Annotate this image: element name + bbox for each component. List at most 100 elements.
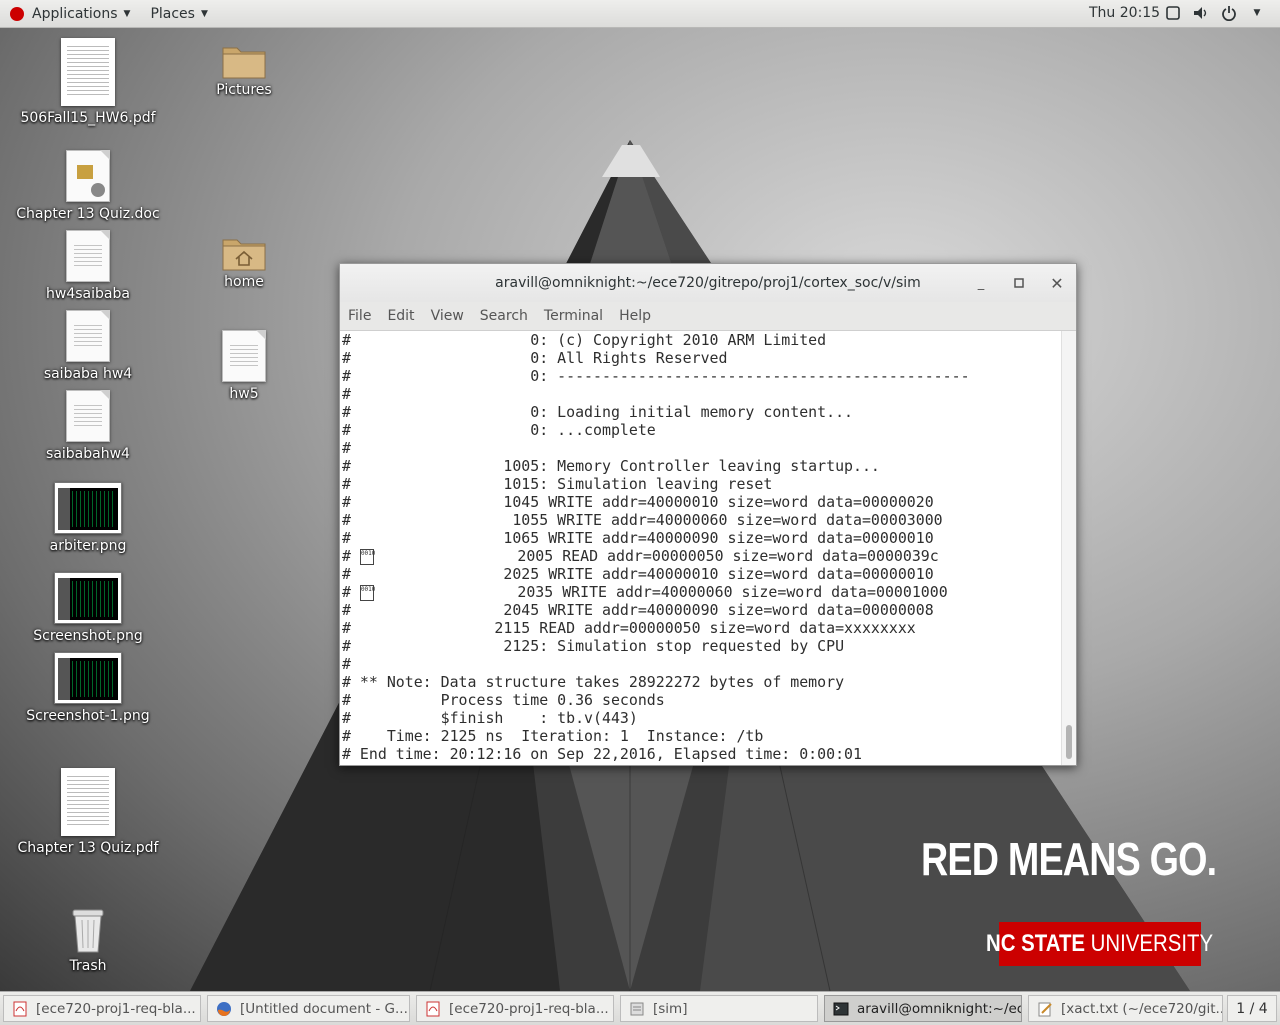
taskbar-item-label: [ece720-proj1-req-bla... <box>36 1000 196 1017</box>
terminal-line: # 1045 WRITE addr=40000010 size=word dat… <box>342 493 934 511</box>
taskbar-item[interactable]: [ece720-proj1-req-bla... <box>416 995 614 1022</box>
terminal-line: # 0010 2035 WRITE addr=40000060 size=wor… <box>342 583 948 601</box>
terminal-line: # 2125: Simulation stop requested by CPU <box>342 637 845 655</box>
chevron-down-icon[interactable]: ▼ <box>1248 4 1266 22</box>
terminal-line: # ** Note: Data structure takes 28922272… <box>342 673 845 691</box>
text-file-icon <box>222 330 266 382</box>
window-title: aravill@omniknight:~/ece720/gitrepo/proj… <box>495 275 921 291</box>
text-file-icon <box>66 310 110 362</box>
text-editor-icon <box>1037 1001 1053 1017</box>
terminal-line: # 0: (c) Copyright 2010 ARM Limited <box>342 331 827 349</box>
desktop-icon-quiz-pdf[interactable]: Chapter 13 Quiz.pdf <box>13 768 163 856</box>
terminal-line: # Process time 0.36 seconds <box>342 691 665 709</box>
terminal-window[interactable]: aravill@omniknight:~/ece720/gitrepo/proj… <box>339 263 1077 766</box>
wallpaper-slogan: RED MEANS GO. <box>921 833 1217 885</box>
terminal-line: # 2045 WRITE addr=40000090 size=word dat… <box>342 601 934 619</box>
taskbar-item-label: aravill@omniknight:~/ec... <box>857 1000 1022 1017</box>
taskbar-item[interactable]: [ece720-proj1-req-bla... <box>3 995 201 1022</box>
desktop-icon-screenshot[interactable]: Screenshot.png <box>13 572 163 644</box>
minimize-button[interactable]: _ <box>970 272 992 294</box>
chevron-down-icon: ▼ <box>123 8 131 19</box>
terminal-line: # 1005: Memory Controller leaving startu… <box>342 457 880 475</box>
terminal-line: # 2115 READ addr=00000050 size=word data… <box>342 619 916 637</box>
trash-icon <box>68 906 108 954</box>
desktop-icon-screenshot-1[interactable]: Screenshot-1.png <box>13 652 163 724</box>
menu-file[interactable]: File <box>348 308 371 324</box>
power-icon[interactable] <box>1220 4 1238 22</box>
image-thumbnail-icon <box>54 572 122 624</box>
folder-icon <box>222 40 266 79</box>
terminal-line: # <box>342 655 351 673</box>
window-list-panel: [ece720-proj1-req-bla... [Untitled docum… <box>0 991 1280 1025</box>
maximize-button[interactable] <box>1008 272 1030 294</box>
taskbar-item[interactable]: [sim] <box>620 995 818 1022</box>
terminal-line: # <box>342 439 351 457</box>
taskbar-item-label: [Untitled document - G... <box>240 1000 408 1017</box>
terminal-menubar: File Edit View Search Terminal Help <box>340 302 1076 331</box>
close-button[interactable]: ✕ <box>1046 272 1068 294</box>
terminal-line: # 1065 WRITE addr=40000090 size=word dat… <box>342 529 934 547</box>
desktop-icon-label: saibabahw4 <box>46 446 130 462</box>
desktop-icon-label: Screenshot.png <box>33 628 143 644</box>
terminal-line: # 2025 WRITE addr=40000010 size=word dat… <box>342 565 934 583</box>
desktop-icon-pictures[interactable]: Pictures <box>169 40 319 98</box>
taskbar-item-label: [ece720-proj1-req-bla... <box>449 1000 609 1017</box>
menu-view[interactable]: View <box>431 308 464 324</box>
terminal-output[interactable]: # 0: (c) Copyright 2010 ARM Limited # 0: … <box>340 331 1062 765</box>
terminal-line: # 1015: Simulation leaving reset <box>342 475 773 493</box>
desktop-icon-home[interactable]: home <box>169 232 319 290</box>
menu-edit[interactable]: Edit <box>387 308 414 324</box>
terminal-line: # Time: 2125 ns Iteration: 1 Instance: /… <box>342 727 764 745</box>
window-titlebar[interactable]: aravill@omniknight:~/ece720/gitrepo/proj… <box>340 264 1076 302</box>
menu-search[interactable]: Search <box>480 308 528 324</box>
desktop-icon-saibabahw4[interactable]: saibabahw4 <box>13 390 163 462</box>
taskbar-item[interactable]: [xact.txt (~/ece720/git... <box>1028 995 1223 1022</box>
desktop-icon-label: hw5 <box>229 386 259 402</box>
places-label: Places <box>150 5 195 22</box>
workspace-switcher[interactable]: 1 / 4 <box>1227 995 1277 1022</box>
clock[interactable]: Thu 20:15 <box>1089 0 1160 27</box>
home-folder-icon <box>222 232 266 271</box>
pdf-icon <box>425 1001 441 1017</box>
taskbar-item-active[interactable]: aravill@omniknight:~/ec... <box>824 995 1022 1022</box>
taskbar-item-label: [sim] <box>653 1000 688 1017</box>
university-logo-bold: NC STATE <box>986 930 1086 957</box>
terminal-scrollbar[interactable] <box>1061 331 1076 765</box>
desktop-icon-hw4saibaba[interactable]: hw4saibaba <box>13 230 163 302</box>
desktop-icon-label: home <box>224 274 264 290</box>
screen-icon[interactable] <box>1164 4 1182 22</box>
desktop-icon-saibaba-hw4[interactable]: saibaba hw4 <box>13 310 163 382</box>
terminal-icon <box>833 1001 849 1017</box>
terminal-line: # 0: All Rights Reserved <box>342 349 728 367</box>
document-icon <box>66 150 110 202</box>
system-tray[interactable]: ▼ <box>1164 4 1266 22</box>
applications-menu[interactable]: Applications ▼ <box>0 0 140 27</box>
university-logo: NC STATE UNIVERSITY <box>986 922 1214 966</box>
desktop-icon-trash[interactable]: Trash <box>13 906 163 974</box>
terminal-line: # 0010 2005 READ addr=00000050 size=word… <box>342 547 939 565</box>
image-thumbnail-icon <box>54 652 122 704</box>
taskbar-item[interactable]: [Untitled document - G... <box>207 995 410 1022</box>
redhat-icon <box>10 6 24 21</box>
chevron-down-icon: ▼ <box>200 8 208 19</box>
volume-icon[interactable] <box>1192 4 1210 22</box>
desktop-icon-arbiter[interactable]: arbiter.png <box>13 482 163 554</box>
firefox-icon <box>216 1001 232 1017</box>
desktop-icon-pdf[interactable]: 506Fall15_HW6.pdf <box>13 38 163 126</box>
menu-terminal[interactable]: Terminal <box>544 308 603 324</box>
pdf-icon <box>12 1001 28 1017</box>
pdf-thumbnail-icon <box>61 38 115 106</box>
terminal-line: # 0: -----------------------------------… <box>342 367 970 385</box>
desktop-icon-hw5[interactable]: hw5 <box>169 330 319 402</box>
desktop-icon-label: Chapter 13 Quiz.doc <box>16 206 160 222</box>
desktop-icon-label: hw4saibaba <box>46 286 130 302</box>
desktop-icon-doc[interactable]: Chapter 13 Quiz.doc <box>13 150 163 222</box>
scrollbar-thumb[interactable] <box>1066 725 1072 759</box>
applications-label: Applications <box>32 5 118 22</box>
desktop-icon-label: 506Fall15_HW6.pdf <box>20 110 156 126</box>
places-menu[interactable]: Places ▼ <box>140 0 217 27</box>
desktop-icon-label: Pictures <box>216 82 272 98</box>
menu-help[interactable]: Help <box>619 308 651 324</box>
image-thumbnail-icon <box>54 482 122 534</box>
taskbar-item-label: [xact.txt (~/ece720/git... <box>1061 1000 1223 1017</box>
